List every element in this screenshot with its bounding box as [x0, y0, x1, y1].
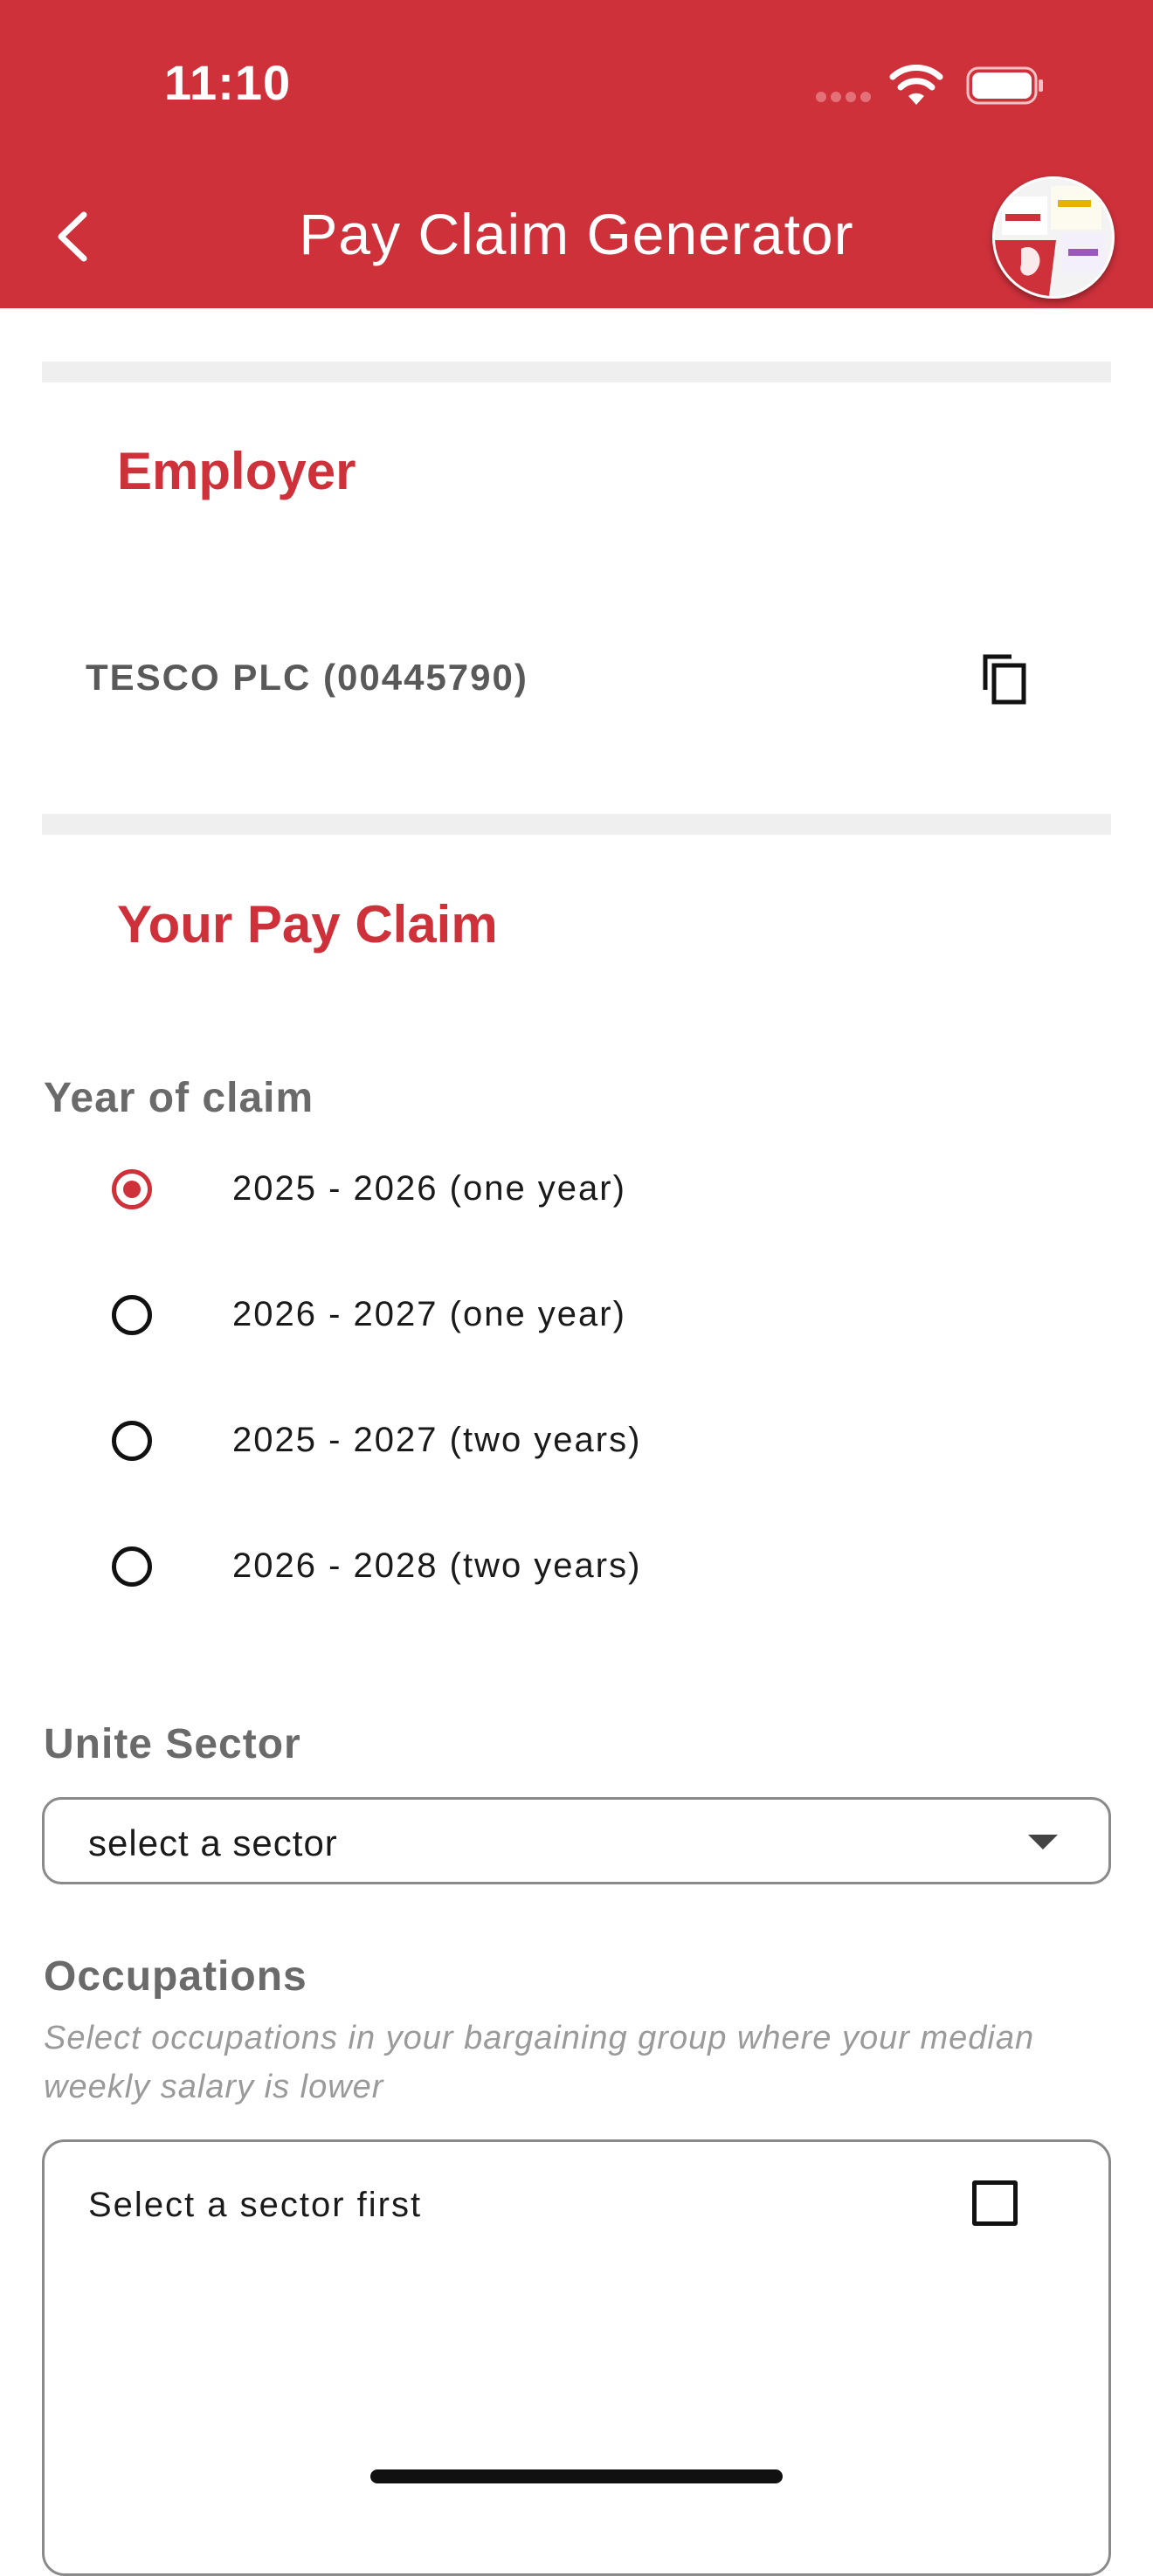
- section-divider: [42, 814, 1111, 835]
- radio-button[interactable]: [112, 1546, 152, 1587]
- year-option-2026-2027[interactable]: 2026 - 2027 (one year): [103, 1280, 889, 1359]
- radio-button[interactable]: [112, 1169, 152, 1209]
- page-title: Pay Claim Generator: [299, 202, 854, 266]
- dropdown-caret-icon: [1028, 1835, 1058, 1849]
- pay-claim-heading: Your Pay Claim: [117, 895, 498, 954]
- status-time: 11:10: [164, 55, 292, 110]
- year-of-claim-label: Year of claim: [44, 1075, 314, 1121]
- sector-select[interactable]: select a sector: [42, 1797, 1111, 1884]
- app-header: 11:10 Pay Claim Generator: [0, 0, 1153, 308]
- wifi-icon: [889, 65, 943, 105]
- battery-icon: [966, 66, 1043, 105]
- year-option-2025-2027[interactable]: 2025 - 2027 (two years): [103, 1406, 889, 1484]
- radio-button[interactable]: [112, 1295, 152, 1335]
- section-divider: [42, 362, 1111, 382]
- employer-name: TESCO PLC (00445790): [86, 657, 528, 698]
- radio-label: 2026 - 2028 (two years): [232, 1546, 642, 1585]
- occupations-placeholder: Select a sector first: [88, 2186, 423, 2224]
- back-chevron-icon[interactable]: [51, 208, 94, 265]
- occupation-checkbox[interactable]: [972, 2180, 1018, 2226]
- radio-label: 2025 - 2027 (two years): [232, 1421, 642, 1459]
- radio-label: 2025 - 2026 (one year): [232, 1169, 626, 1208]
- occupations-hint: Select occupations in your bargaining gr…: [44, 2020, 1035, 2105]
- cellular-signal-icon: [816, 91, 877, 103]
- occupations-list: Select a sector first: [42, 2139, 1111, 2576]
- sector-select-value: select a sector: [88, 1822, 338, 1863]
- year-option-2025-2026[interactable]: 2025 - 2026 (one year): [103, 1154, 889, 1233]
- year-option-2026-2028[interactable]: 2026 - 2028 (two years): [103, 1532, 889, 1610]
- unite-sector-label: Unite Sector: [44, 1721, 301, 1767]
- radio-button[interactable]: [112, 1421, 152, 1461]
- copy-icon[interactable]: [980, 651, 1029, 706]
- unite-logo[interactable]: [992, 176, 1115, 299]
- employer-heading: Employer: [117, 442, 356, 500]
- home-indicator: [370, 2469, 783, 2483]
- occupations-label: Occupations: [44, 1953, 307, 2000]
- radio-label: 2026 - 2027 (one year): [232, 1295, 626, 1333]
